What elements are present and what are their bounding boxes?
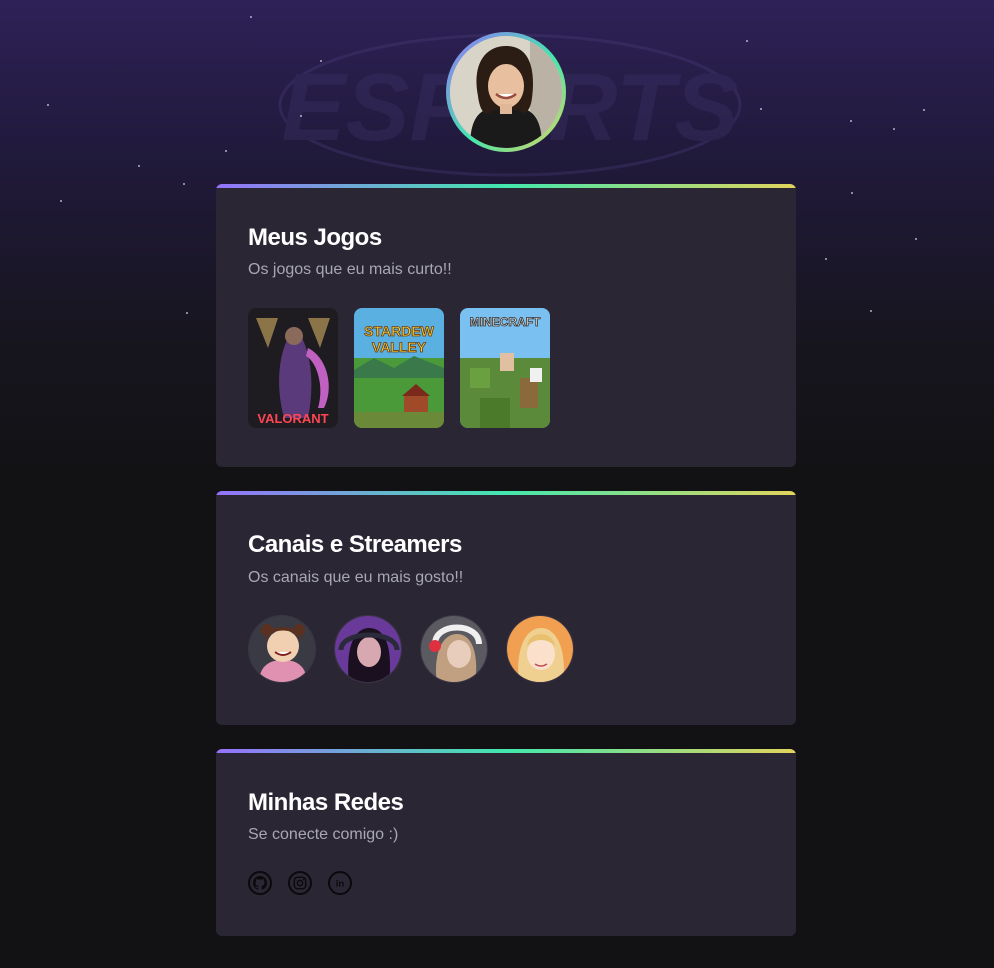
streamers-subtitle: Os canais que eu mais gosto!! [248, 569, 464, 586]
social-subtitle: Se conecte comigo :) [248, 826, 399, 843]
svg-text:STARDEW: STARDEW [364, 323, 435, 339]
games-subtitle: Os jogos que eu mais curto!! [248, 261, 452, 278]
games-card: Meus Jogos Os jogos que eu mais curto!! … [216, 184, 796, 467]
svg-text:VALLEY: VALLEY [372, 339, 427, 355]
social-links: in [248, 871, 352, 895]
valorant-cover: VALORANT [248, 308, 338, 428]
profile-photo [450, 36, 562, 148]
svg-text:MINECRAFT: MINECRAFT [470, 315, 541, 329]
profile-avatar-ring [446, 32, 566, 152]
minecraft-cover: MINECRAFT [460, 308, 550, 428]
social-card: Minhas Redes Se conecte comigo :) in [216, 749, 796, 936]
games-list: VALORANT STARDEW VALLEY MINECRAFT [248, 308, 550, 428]
svg-text:VALORANT: VALORANT [257, 411, 328, 426]
instagram-icon[interactable] [288, 871, 312, 895]
streamer-avatar[interactable] [334, 615, 402, 683]
game-minecraft[interactable]: MINECRAFT [460, 308, 550, 428]
game-valorant[interactable]: VALORANT [248, 308, 338, 428]
social-title: Minhas Redes [248, 789, 404, 816]
github-icon[interactable] [248, 871, 272, 895]
games-title: Meus Jogos [248, 224, 382, 251]
streamers-list [248, 615, 574, 683]
game-stardew-valley[interactable]: STARDEW VALLEY [354, 308, 444, 428]
stardew-valley-cover: STARDEW VALLEY [354, 308, 444, 428]
streamers-title: Canais e Streamers [248, 531, 462, 558]
streamer-avatar[interactable] [248, 615, 316, 683]
svg-text:in: in [336, 879, 345, 890]
linkedin-icon[interactable]: in [328, 871, 352, 895]
streamer-avatar[interactable] [420, 615, 488, 683]
profile-avatar [450, 36, 562, 148]
streamers-card: Canais e Streamers Os canais que eu mais… [216, 491, 796, 725]
streamer-avatar[interactable] [506, 615, 574, 683]
